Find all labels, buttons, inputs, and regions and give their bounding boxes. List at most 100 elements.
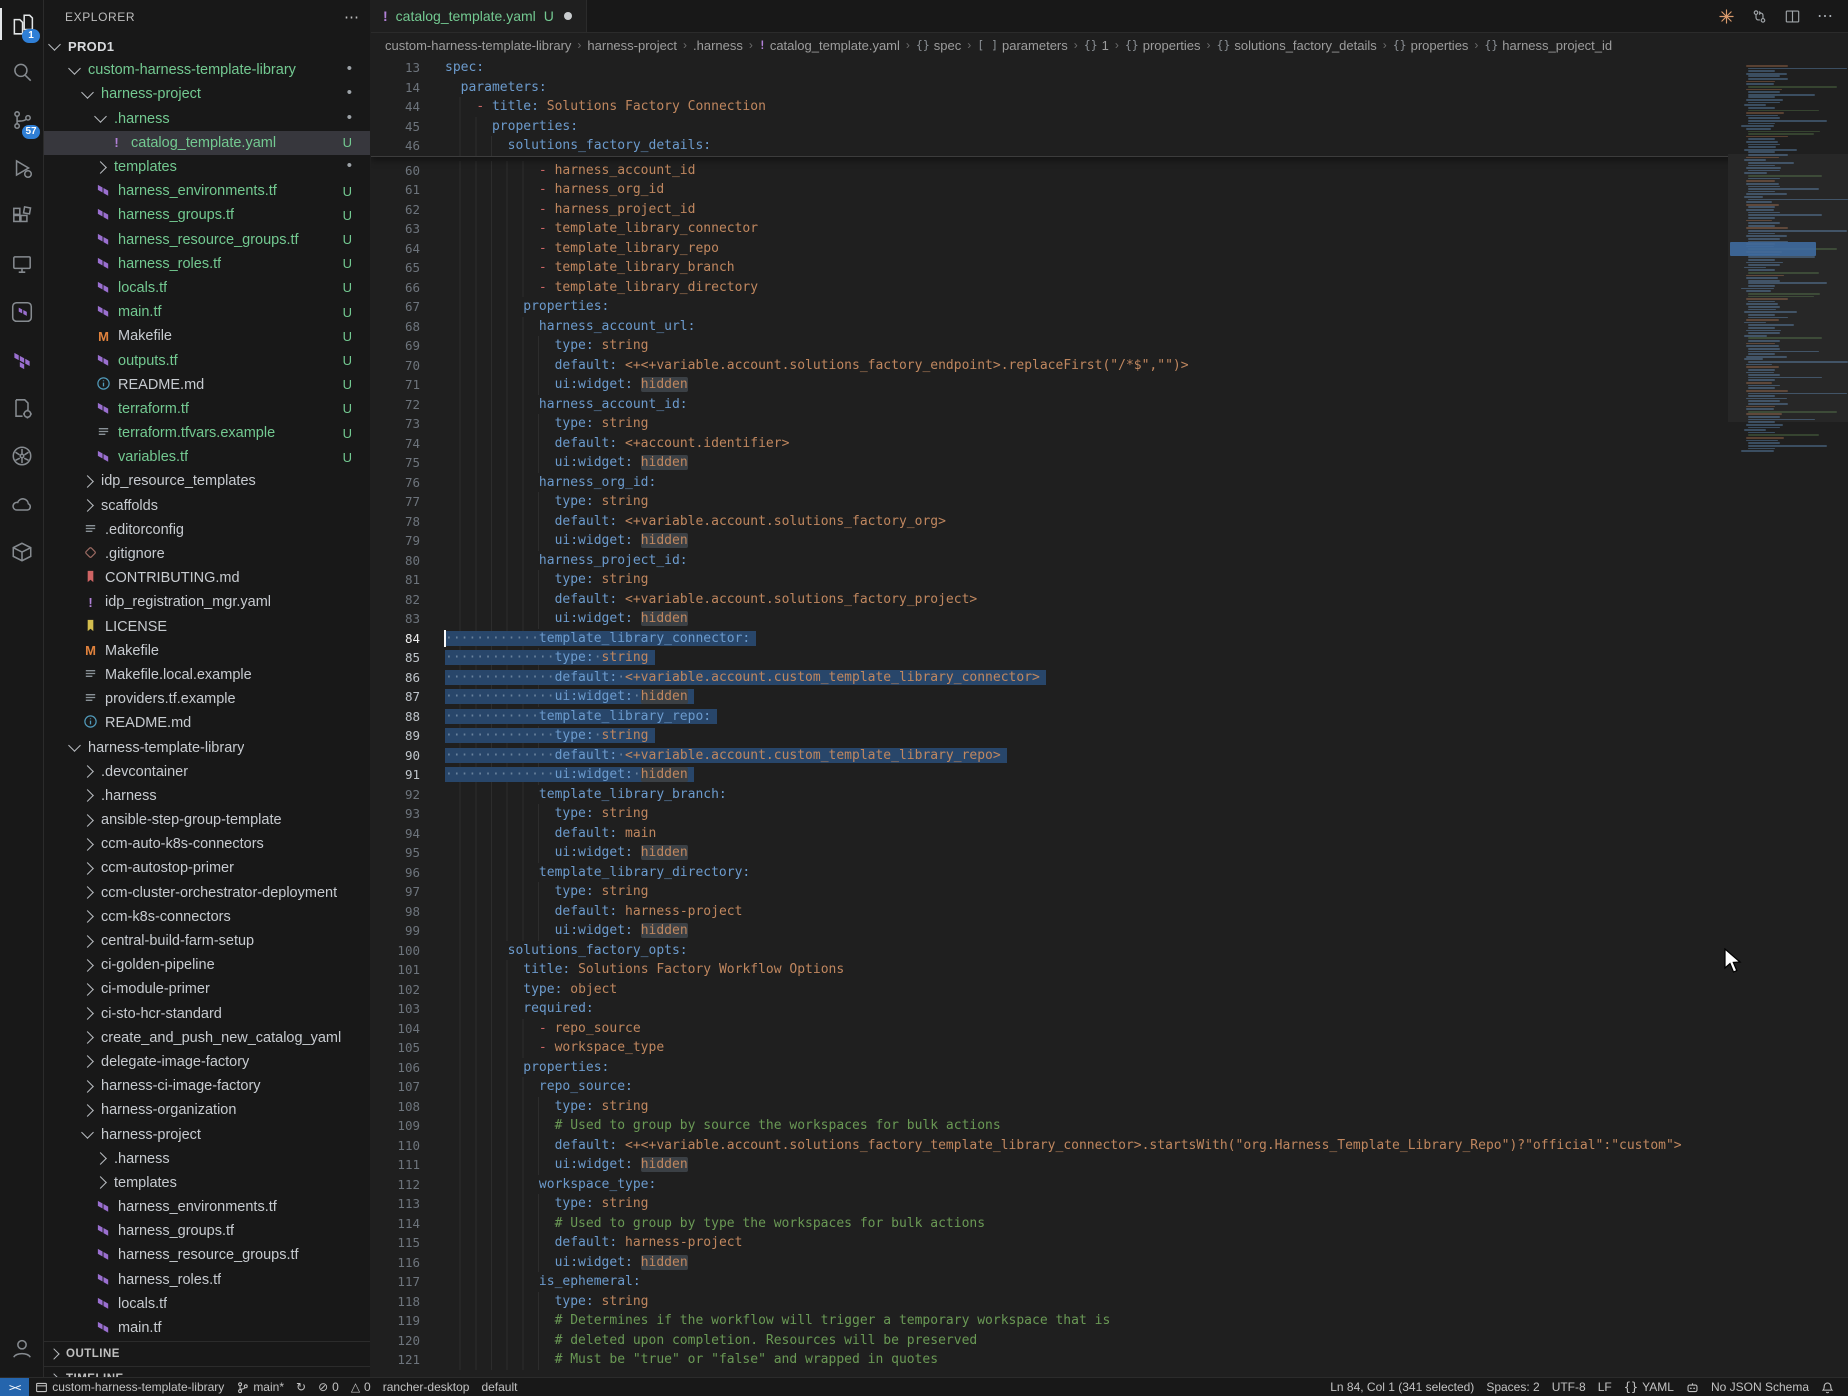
source-control-icon[interactable]: 57 bbox=[0, 96, 43, 144]
tree-folder-create-and-push-new-catalog-yaml[interactable]: create_and_push_new_catalog_yaml bbox=[44, 1026, 370, 1050]
tree-folder-custom-harness-template-library[interactable]: custom-harness-template-library• bbox=[44, 58, 370, 82]
line-number[interactable]: 98 bbox=[371, 902, 420, 922]
warnings-count[interactable]: △0 bbox=[345, 1378, 377, 1396]
line-number[interactable]: 118 bbox=[371, 1292, 420, 1312]
line-number[interactable]: 78 bbox=[371, 512, 420, 532]
line-number[interactable]: 77 bbox=[371, 492, 420, 512]
line-number[interactable]: 65 bbox=[371, 258, 420, 278]
code-line-82[interactable]: 82 default: <+variable.account.solutions… bbox=[371, 590, 1848, 610]
tree-file-contributing-md[interactable]: CONTRIBUTING.md bbox=[44, 566, 370, 590]
code-line-78[interactable]: 78 default: <+variable.account.solutions… bbox=[371, 512, 1848, 532]
breadcrumb-item-properties[interactable]: {}properties bbox=[1125, 38, 1201, 53]
code-line-96[interactable]: 96 template_library_directory: bbox=[371, 863, 1848, 883]
line-number[interactable]: 84 bbox=[371, 629, 420, 649]
code-line-119[interactable]: 119 # Determines if the workflow will tr… bbox=[371, 1311, 1848, 1331]
line-number[interactable]: 102 bbox=[371, 980, 420, 1000]
tree-file-harness-roles-tf[interactable]: harness_roles.tfU bbox=[44, 252, 370, 276]
code-line-67[interactable]: 67 properties: bbox=[371, 297, 1848, 317]
code-line-76[interactable]: 76 harness_org_id: bbox=[371, 473, 1848, 493]
tab-catalog-template[interactable]: ! catalog_template.yaml U bbox=[371, 0, 587, 32]
line-number[interactable]: 70 bbox=[371, 356, 420, 376]
line-number[interactable]: 86 bbox=[371, 668, 420, 688]
remote-explorer-icon[interactable] bbox=[0, 240, 43, 288]
line-number[interactable]: 119 bbox=[371, 1311, 420, 1331]
extensions-icon[interactable] bbox=[0, 192, 43, 240]
account-icon[interactable] bbox=[0, 1324, 43, 1372]
code-line-120[interactable]: 120 # deleted upon completion. Resources… bbox=[371, 1331, 1848, 1351]
line-number[interactable]: 45 bbox=[371, 117, 420, 137]
tree-folder-prod1[interactable]: PROD1 bbox=[44, 34, 370, 58]
tree-folder--harness[interactable]: .harness bbox=[44, 784, 370, 808]
code-line-70[interactable]: 70 default: <+<+variable.account.solutio… bbox=[371, 356, 1848, 376]
tree-file-variables-tf[interactable]: variables.tfU bbox=[44, 445, 370, 469]
tree-folder-delegate-image-factory[interactable]: delegate-image-factory bbox=[44, 1050, 370, 1074]
encoding[interactable]: UTF-8 bbox=[1546, 1378, 1592, 1396]
line-number[interactable]: 71 bbox=[371, 375, 420, 395]
code-line-89[interactable]: 89··············type:·string bbox=[371, 726, 1848, 746]
code-line-66[interactable]: 66 - template_library_directory bbox=[371, 278, 1848, 298]
line-number[interactable]: 85 bbox=[371, 648, 420, 668]
line-number[interactable]: 46 bbox=[371, 136, 420, 156]
code-line-65[interactable]: 65 - template_library_branch bbox=[371, 258, 1848, 278]
line-number[interactable]: 88 bbox=[371, 707, 420, 727]
tree-folder-ccm-k8s-connectors[interactable]: ccm-k8s-connectors bbox=[44, 905, 370, 929]
code-line-121[interactable]: 121 # Must be "true" or "false" and wrap… bbox=[371, 1350, 1848, 1370]
code-line-118[interactable]: 118 type: string bbox=[371, 1292, 1848, 1312]
container-icon[interactable] bbox=[0, 528, 43, 576]
code-line-107[interactable]: 107 repo_source: bbox=[371, 1077, 1848, 1097]
code-line-97[interactable]: 97 type: string bbox=[371, 882, 1848, 902]
tree-file-harness-groups-tf[interactable]: harness_groups.tf bbox=[44, 1219, 370, 1243]
line-number[interactable]: 112 bbox=[371, 1175, 420, 1195]
tree-file-main-tf[interactable]: main.tf bbox=[44, 1316, 370, 1340]
tree-folder-templates[interactable]: templates• bbox=[44, 155, 370, 179]
code-line-95[interactable]: 95 ui:widget: hidden bbox=[371, 843, 1848, 863]
breadcrumb-item-properties[interactable]: {}properties bbox=[1393, 38, 1469, 53]
tree-folder-ccm-autostop-primer[interactable]: ccm-autostop-primer bbox=[44, 856, 370, 880]
tree-folder-ccm-cluster-orchestrator-deployment[interactable]: ccm-cluster-orchestrator-deployment bbox=[44, 881, 370, 905]
tree-folder-harness-project[interactable]: harness-project bbox=[44, 1122, 370, 1146]
line-number[interactable]: 82 bbox=[371, 590, 420, 610]
code-line-99[interactable]: 99 ui:widget: hidden bbox=[371, 921, 1848, 941]
line-number[interactable]: 116 bbox=[371, 1253, 420, 1273]
code-line-105[interactable]: 105 - workspace_type bbox=[371, 1038, 1848, 1058]
tree-folder-idp-resource-templates[interactable]: idp_resource_templates bbox=[44, 469, 370, 493]
line-number[interactable]: 110 bbox=[371, 1136, 420, 1156]
code-line-104[interactable]: 104 - repo_source bbox=[371, 1019, 1848, 1039]
line-number[interactable]: 101 bbox=[371, 960, 420, 980]
code-line-112[interactable]: 112 workspace_type: bbox=[371, 1175, 1848, 1195]
line-number[interactable]: 95 bbox=[371, 843, 420, 863]
code-line-117[interactable]: 117 is_ephemeral: bbox=[371, 1272, 1848, 1292]
line-number[interactable]: 114 bbox=[371, 1214, 420, 1234]
code-line-92[interactable]: 92 template_library_branch: bbox=[371, 785, 1848, 805]
line-number[interactable]: 104 bbox=[371, 1019, 420, 1039]
line-number[interactable]: 87 bbox=[371, 687, 420, 707]
line-number[interactable]: 99 bbox=[371, 921, 420, 941]
line-number[interactable]: 97 bbox=[371, 882, 420, 902]
line-number[interactable]: 61 bbox=[371, 180, 420, 200]
git-branch[interactable]: main* bbox=[230, 1378, 290, 1396]
code-line-88[interactable]: 88············template_library_repo: bbox=[371, 707, 1848, 727]
code-line-81[interactable]: 81 type: string bbox=[371, 570, 1848, 590]
errors-count[interactable]: ⊘0 bbox=[312, 1378, 345, 1396]
code-line-109[interactable]: 109 # Used to group by source the worksp… bbox=[371, 1116, 1848, 1136]
starburst-icon[interactable] bbox=[1718, 8, 1735, 25]
code-line-71[interactable]: 71 ui:widget: hidden bbox=[371, 375, 1848, 395]
code-line-73[interactable]: 73 type: string bbox=[371, 414, 1848, 434]
minimap-viewport[interactable] bbox=[1728, 154, 1848, 422]
line-number[interactable]: 14 bbox=[371, 78, 420, 98]
tree-folder-templates[interactable]: templates bbox=[44, 1171, 370, 1195]
code-line-114[interactable]: 114 # Used to group by type the workspac… bbox=[371, 1214, 1848, 1234]
code-line-84[interactable]: 84············template_library_connector… bbox=[371, 629, 1848, 649]
tree-folder-ansible-step-group-template[interactable]: ansible-step-group-template bbox=[44, 808, 370, 832]
code-line-72[interactable]: 72 harness_account_id: bbox=[371, 395, 1848, 415]
line-number[interactable]: 13 bbox=[371, 58, 420, 78]
eol[interactable]: LF bbox=[1592, 1378, 1618, 1396]
breadcrumb-item-harness-project[interactable]: harness-project bbox=[587, 38, 677, 53]
sync-button[interactable]: ↻ bbox=[290, 1378, 312, 1396]
code-line-103[interactable]: 103 required: bbox=[371, 999, 1848, 1019]
more-actions-icon[interactable]: ⋯ bbox=[1817, 6, 1834, 26]
code-line-115[interactable]: 115 default: harness-project bbox=[371, 1233, 1848, 1253]
terraform-icon[interactable] bbox=[0, 336, 43, 384]
line-number[interactable]: 121 bbox=[371, 1350, 420, 1370]
code-line-83[interactable]: 83 ui:widget: hidden bbox=[371, 609, 1848, 629]
